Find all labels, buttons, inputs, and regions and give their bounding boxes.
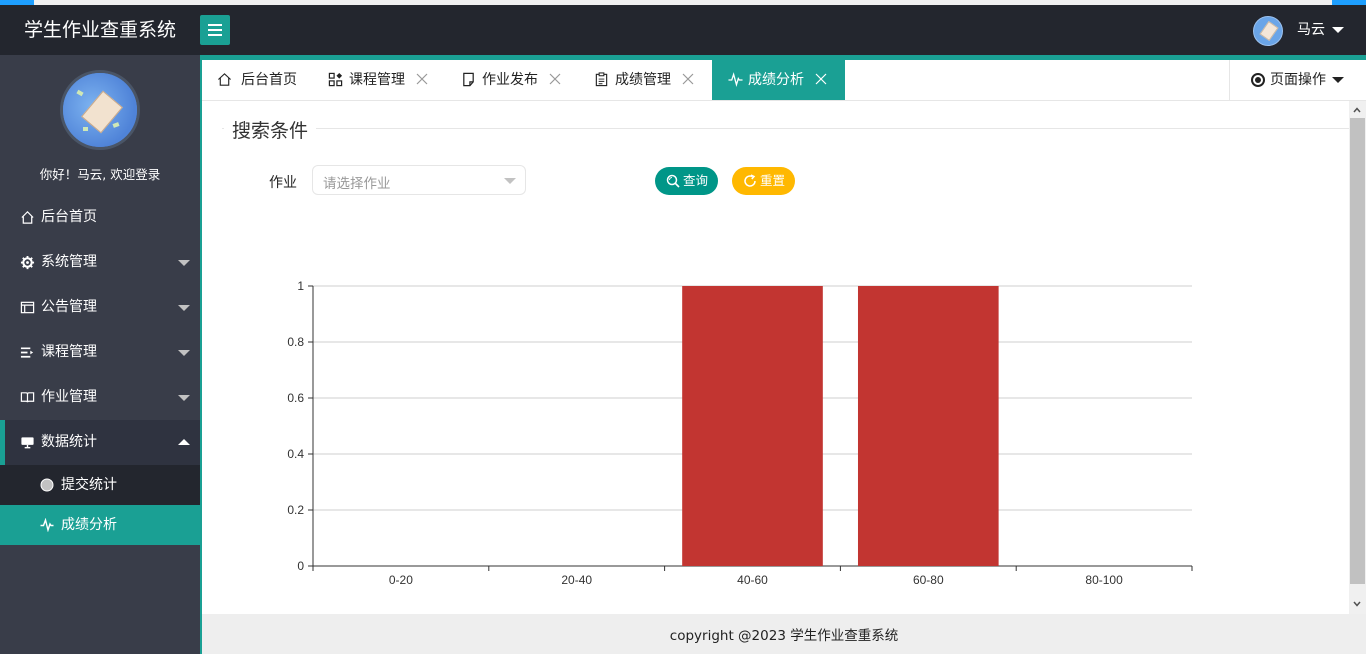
bar-40-60[interactable] — [682, 286, 823, 566]
sidebar-item-course[interactable]: 课程管理 — [0, 330, 200, 375]
layout-icon — [20, 301, 35, 314]
clipboard-icon — [595, 72, 608, 87]
tab-label: 课程管理 — [349, 72, 405, 88]
note-icon — [463, 72, 474, 87]
tab-score-manage[interactable]: 成绩管理 — [578, 60, 712, 100]
sidebar-item-label: 课程管理 — [41, 344, 97, 360]
chevron-down-icon — [178, 395, 190, 401]
close-icon[interactable] — [815, 73, 827, 85]
footer-copyright: copyright @2023 学生作业查重系统 — [202, 614, 1366, 654]
top-header: 学生作业查重系统 马云 — [0, 5, 1366, 55]
user-avatar[interactable] — [1253, 16, 1283, 46]
list-icon — [20, 347, 34, 358]
sidebar-item-label: 后台首页 — [41, 209, 97, 225]
y-tick-label: 0.2 — [287, 503, 304, 517]
apps-icon — [328, 72, 343, 87]
tab-homework-publish[interactable]: 作业发布 — [445, 60, 578, 100]
x-tick-label: 20-40 — [561, 573, 592, 587]
y-tick-label: 1 — [297, 279, 304, 293]
sidebar-item-notice[interactable]: 公告管理 — [0, 285, 200, 330]
tab-label: 成绩分析 — [748, 72, 804, 88]
sidebar-item-label: 公告管理 — [41, 299, 97, 315]
menu-toggle-button[interactable] — [200, 15, 230, 45]
sidebar-item-system[interactable]: 系统管理 — [0, 240, 200, 285]
y-tick-label: 0.4 — [287, 447, 304, 461]
home-icon — [218, 73, 231, 86]
sidebar: 你好！马云, 欢迎登录 后台首页 系统管理 公告管理 课程管理 作业管理 数据统… — [0, 55, 200, 654]
y-tick-label: 0 — [297, 559, 304, 573]
pulse-icon — [728, 72, 743, 87]
sidebar-subitem-score-analysis[interactable]: 成绩分析 — [0, 505, 200, 545]
gear-icon — [20, 255, 35, 270]
x-tick-label: 60-80 — [913, 573, 944, 587]
tab-bar: 后台首页 课程管理 作业发布 成绩管理 成绩分析 页面操作 — [202, 60, 1366, 101]
app-title: 学生作业查重系统 — [23, 19, 176, 41]
monitor-icon — [21, 437, 34, 449]
sidebar-subitem-label: 提交统计 — [61, 477, 117, 493]
chevron-down-icon — [178, 350, 190, 356]
tab-label: 后台首页 — [241, 72, 297, 88]
score-distribution-chart: 0 0.2 0.4 0.6 0.8 1 0-20 20-40 40-60 60-80 80-100 — [287, 279, 1193, 587]
close-icon[interactable] — [682, 73, 694, 85]
bar-60-80[interactable] — [857, 286, 999, 566]
sidebar-subitem-submission-stats[interactable]: 提交统计 — [0, 465, 200, 505]
book-icon — [20, 392, 35, 403]
scrollbar-thumb[interactable] — [1350, 118, 1365, 584]
page-operations-dropdown[interactable]: 页面操作 — [1229, 60, 1366, 100]
main-content: 搜索条件 作业 请选择作业 查询 重置 0 0.2 0.4 0.6 0.8 1 0-20 20… — [202, 101, 1349, 614]
tab-label: 成绩管理 — [615, 72, 671, 88]
sidebar-subitem-label: 成绩分析 — [61, 517, 117, 533]
close-icon[interactable] — [416, 73, 428, 85]
sidebar-item-home[interactable]: 后台首页 — [0, 195, 200, 240]
y-tick-label: 0.6 — [287, 391, 304, 405]
chevron-down-icon — [178, 260, 190, 266]
x-tick-label: 80-100 — [1085, 573, 1123, 587]
scroll-down-icon[interactable] — [1353, 600, 1361, 608]
sidebar-item-label: 系统管理 — [41, 254, 97, 270]
chevron-down-icon — [178, 305, 190, 311]
welcome-text: 你好！马云, 欢迎登录 — [39, 167, 161, 182]
tab-home[interactable]: 后台首页 — [202, 60, 312, 100]
home-icon — [21, 211, 34, 224]
x-tick-label: 40-60 — [737, 573, 768, 587]
user-menu-caret-icon[interactable] — [1332, 27, 1344, 33]
tab-label: 作业发布 — [482, 72, 538, 88]
sidebar-item-label: 作业管理 — [41, 389, 97, 405]
pulse-icon — [40, 518, 54, 532]
sidebar-submenu: 提交统计 成绩分析 — [0, 465, 200, 545]
scroll-up-icon[interactable] — [1353, 106, 1361, 114]
page-operations-label: 页面操作 — [1270, 72, 1326, 88]
tab-score-analysis[interactable]: 成绩分析 — [712, 60, 845, 100]
tab-course[interactable]: 课程管理 — [312, 60, 445, 100]
y-tick-label: 0.8 — [287, 335, 304, 349]
sidebar-item-homework[interactable]: 作业管理 — [0, 375, 200, 420]
vertical-scrollbar[interactable] — [1349, 101, 1366, 614]
chevron-up-icon — [178, 439, 190, 445]
close-icon[interactable] — [549, 73, 561, 85]
profile-avatar — [60, 70, 140, 150]
x-tick-label: 0-20 — [389, 573, 413, 587]
circle-icon — [40, 478, 54, 492]
chevron-down-icon — [1332, 77, 1344, 83]
sidebar-item-statistics[interactable]: 数据统计 — [0, 420, 200, 465]
user-name[interactable]: 马云 — [1297, 5, 1325, 55]
sidebar-item-label: 数据统计 — [41, 434, 97, 450]
target-icon — [1251, 73, 1265, 87]
